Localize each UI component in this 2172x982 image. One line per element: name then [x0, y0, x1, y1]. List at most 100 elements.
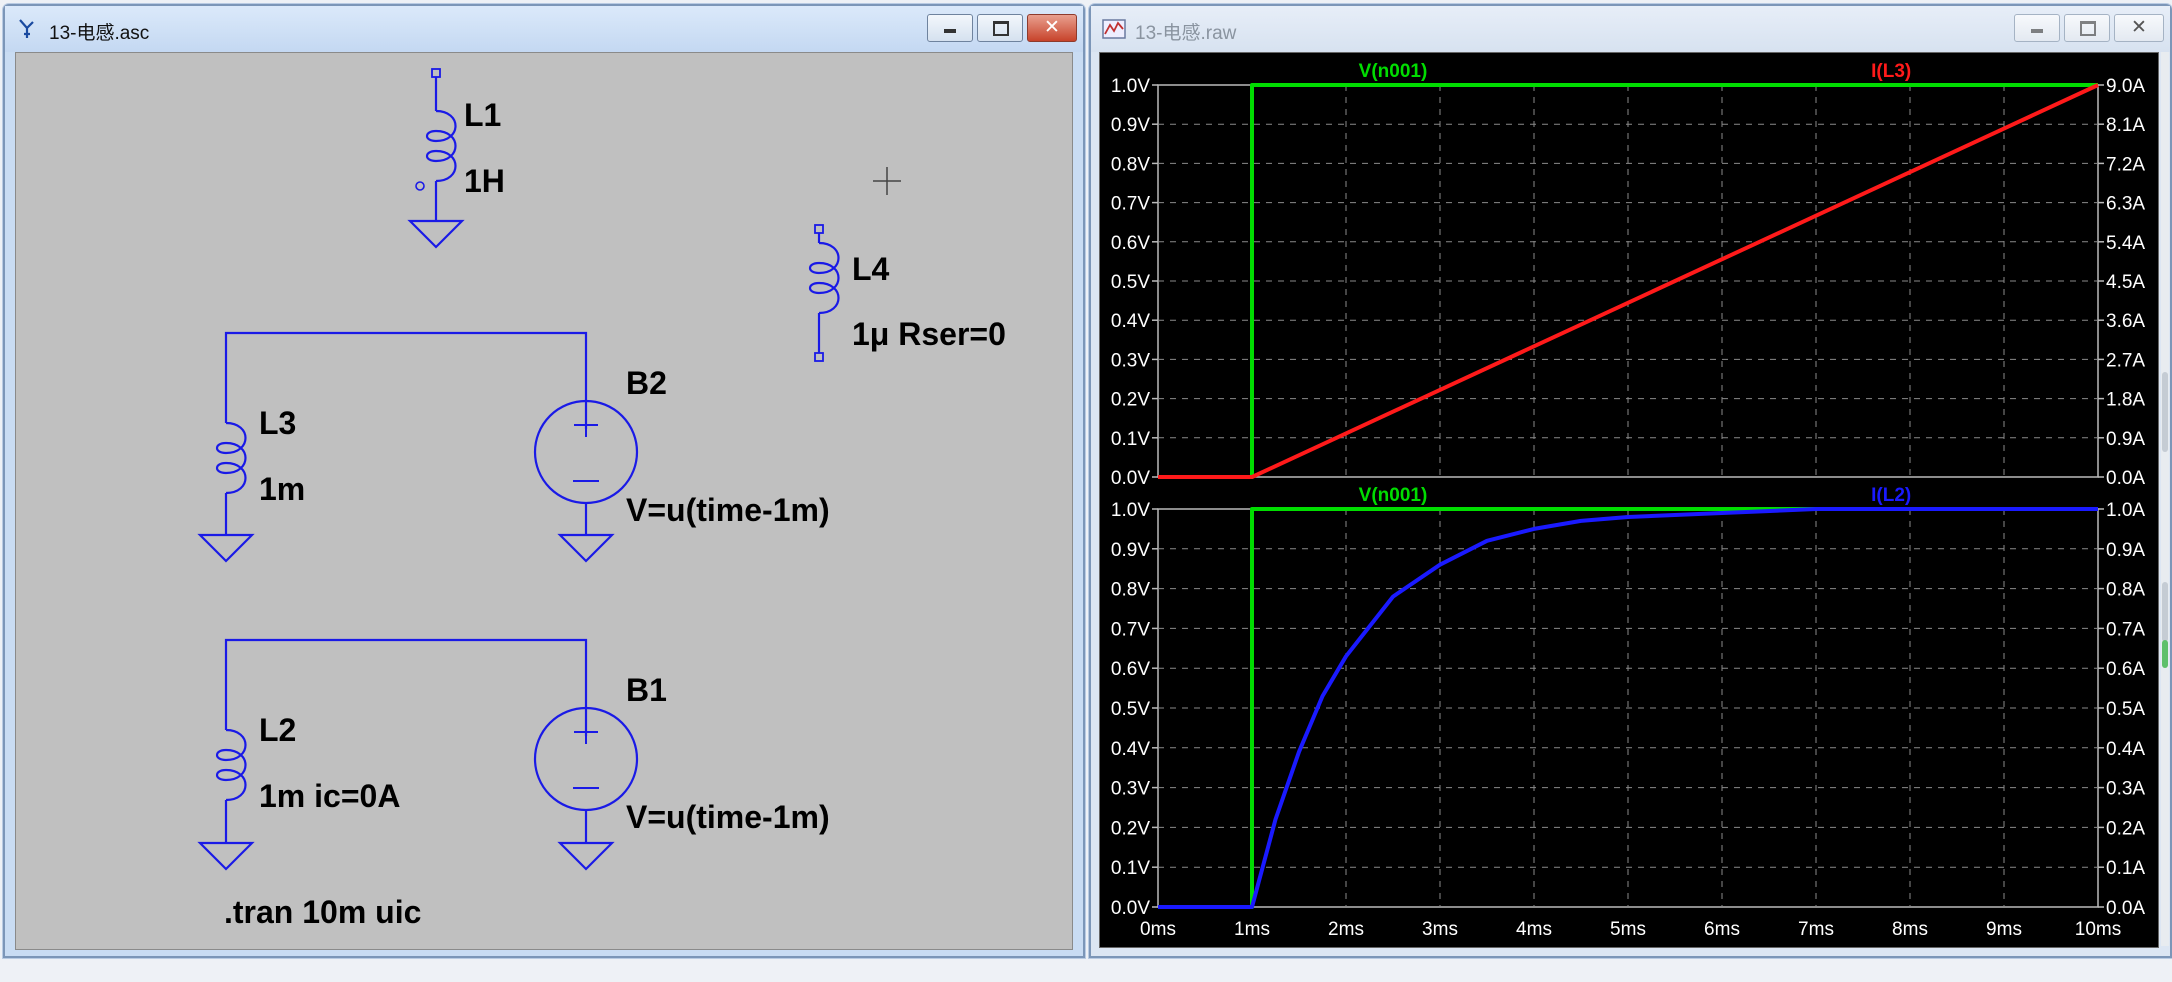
- y-right-tick-label: 0.7A: [2106, 619, 2145, 640]
- series-label-v-n001-[interactable]: V(n001): [1359, 485, 1428, 506]
- y-left-tick-label: 0.2V: [1111, 390, 1150, 411]
- x-tick-label: 0ms: [1140, 919, 1176, 940]
- b2-name: B2: [626, 365, 667, 401]
- y-right-tick-label: 4.5A: [2106, 272, 2145, 293]
- l1-name: L1: [464, 97, 501, 133]
- y-right-tick-label: 2.7A: [2106, 350, 2145, 371]
- minimize-icon: [944, 29, 956, 33]
- close-icon: ✕: [2131, 16, 2147, 38]
- b1-name: B1: [626, 672, 667, 708]
- y-right-tick-label: 0.2A: [2106, 818, 2145, 839]
- inductor-l2[interactable]: L2 1m ic=0A: [198, 712, 400, 871]
- l3-value: 1m: [259, 471, 305, 507]
- y-right-tick-label: 3.6A: [2106, 311, 2145, 332]
- y-left-tick-label: 0.5V: [1111, 272, 1150, 293]
- y-left-tick-label: 0.9V: [1111, 115, 1150, 136]
- y-left-tick-label: 0.8V: [1111, 580, 1150, 601]
- y-right-tick-label: 0.0A: [2106, 898, 2145, 919]
- y-right-tick-label: 0.3A: [2106, 779, 2145, 800]
- y-left-tick-label: 0.6V: [1111, 233, 1150, 254]
- waveform-plot-area[interactable]: 0.0V 0.1V 0.2V 0.3V 0.4V 0.5V 0.6V 0.7V 0.8V 0.9V…: [1099, 52, 2159, 948]
- close-button[interactable]: ✕: [1027, 14, 1077, 42]
- b1-expr: V=u(time-1m): [626, 799, 830, 835]
- crosshair-cursor-icon: [873, 167, 901, 195]
- scroll-thumb-lower[interactable]: [2162, 582, 2168, 642]
- y-right-tick-label: 7.2A: [2106, 154, 2145, 175]
- waveform-scrollbar[interactable]: [2161, 52, 2169, 946]
- schematic-titlebar[interactable]: 13-电感.asc ✕: [5, 6, 1083, 52]
- y-right-tick-label: 0.5A: [2106, 699, 2145, 720]
- l4-name: L4: [852, 251, 890, 287]
- y-left-tick-label: 1.0V: [1111, 500, 1150, 521]
- spice-directive[interactable]: .tran 10m uic: [224, 894, 421, 930]
- minimize-icon: [2031, 29, 2043, 33]
- waveform-window: 13-电感.raw ✕ 0.0V 0.1V 0.2V 0.3V 0.4V 0.5V 0.6V…: [1089, 4, 2172, 958]
- x-tick-label: 7ms: [1798, 919, 1834, 940]
- x-tick-label: 3ms: [1422, 919, 1458, 940]
- series-label-v-n001-[interactable]: V(n001): [1359, 61, 1428, 82]
- y-right-tick-label: 0.0A: [2106, 468, 2145, 489]
- y-left-tick-label: 0.4V: [1111, 311, 1150, 332]
- y-left-tick-label: 0.3V: [1111, 350, 1150, 371]
- y-left-tick-label: 0.4V: [1111, 739, 1150, 760]
- y-left-tick-label: 0.5V: [1111, 699, 1150, 720]
- schematic-app-icon: [19, 19, 34, 38]
- inductor-l4[interactable]: L4 1μ Rser=0: [808, 224, 1006, 362]
- series-label-i-l2-[interactable]: I(L2): [1871, 485, 1911, 506]
- schematic-window: 13-电感.asc ✕ L1 1H L4 1μ Rser=0 L3 1m B2 …: [3, 4, 1085, 958]
- close-button[interactable]: ✕: [2114, 14, 2164, 42]
- x-tick-label: 6ms: [1704, 919, 1740, 940]
- y-right-tick-label: 1.8A: [2106, 390, 2145, 411]
- maximize-icon: [993, 21, 1009, 36]
- x-tick-label: 9ms: [1986, 919, 2022, 940]
- scroll-indicator: [2162, 640, 2168, 668]
- x-tick-label: 8ms: [1892, 919, 1928, 940]
- y-right-tick-label: 1.0A: [2106, 500, 2145, 521]
- waveform-window-title: 13-电感.raw: [1135, 23, 1237, 44]
- waveform-app-icon: [1102, 19, 1126, 39]
- x-tick-label: 5ms: [1610, 919, 1646, 940]
- y-left-tick-label: 0.1V: [1111, 858, 1150, 879]
- inductor-l1[interactable]: L1 1H: [408, 68, 505, 249]
- x-tick-label: 10ms: [2075, 919, 2121, 940]
- l3-name: L3: [259, 405, 296, 441]
- b2-expr: V=u(time-1m): [626, 492, 830, 528]
- maximize-button[interactable]: [977, 14, 1023, 42]
- y-right-tick-label: 0.1A: [2106, 858, 2145, 879]
- l4-value: 1μ Rser=0: [852, 316, 1006, 352]
- y-right-tick-label: 9.0A: [2106, 76, 2145, 97]
- y-left-tick-label: 0.7V: [1111, 194, 1150, 215]
- minimize-button[interactable]: [927, 14, 973, 42]
- maximize-icon: [2080, 21, 2096, 36]
- l1-value: 1H: [464, 163, 505, 199]
- series-label-i-l3-[interactable]: I(L3): [1871, 61, 1911, 82]
- y-left-tick-label: 0.0V: [1111, 468, 1150, 489]
- x-tick-label: 1ms: [1234, 919, 1270, 940]
- waveform-titlebar[interactable]: 13-电感.raw ✕: [1091, 6, 2170, 52]
- voltage-source-b2[interactable]: B2 V=u(time-1m): [533, 365, 830, 563]
- y-right-tick-label: 8.1A: [2106, 115, 2145, 136]
- y-left-tick-label: 1.0V: [1111, 76, 1150, 97]
- y-right-tick-label: 6.3A: [2106, 194, 2145, 215]
- x-tick-label: 2ms: [1328, 919, 1364, 940]
- l2-name: L2: [259, 712, 296, 748]
- y-left-tick-label: 0.8V: [1111, 154, 1150, 175]
- close-icon: ✕: [1044, 16, 1060, 38]
- x-tick-label: 4ms: [1516, 919, 1552, 940]
- y-left-tick-label: 0.7V: [1111, 619, 1150, 640]
- minimize-button[interactable]: [2014, 14, 2060, 42]
- y-left-tick-label: 0.3V: [1111, 779, 1150, 800]
- y-right-tick-label: 0.9A: [2106, 540, 2145, 561]
- y-right-tick-label: 0.9A: [2106, 429, 2145, 450]
- voltage-source-b1[interactable]: B1 V=u(time-1m): [533, 672, 830, 871]
- schematic-canvas[interactable]: L1 1H L4 1μ Rser=0 L3 1m B2 V=u(time-1m)…: [15, 52, 1073, 950]
- y-right-tick-label: 0.6A: [2106, 659, 2145, 680]
- y-left-tick-label: 0.2V: [1111, 818, 1150, 839]
- scroll-thumb[interactable]: [2162, 372, 2168, 452]
- y-left-tick-label: 0.9V: [1111, 540, 1150, 561]
- y-right-tick-label: 0.8A: [2106, 580, 2145, 601]
- y-left-tick-label: 0.0V: [1111, 898, 1150, 919]
- maximize-button[interactable]: [2064, 14, 2110, 42]
- inductor-l3[interactable]: L3 1m: [198, 405, 305, 563]
- l2-value: 1m ic=0A: [259, 778, 400, 814]
